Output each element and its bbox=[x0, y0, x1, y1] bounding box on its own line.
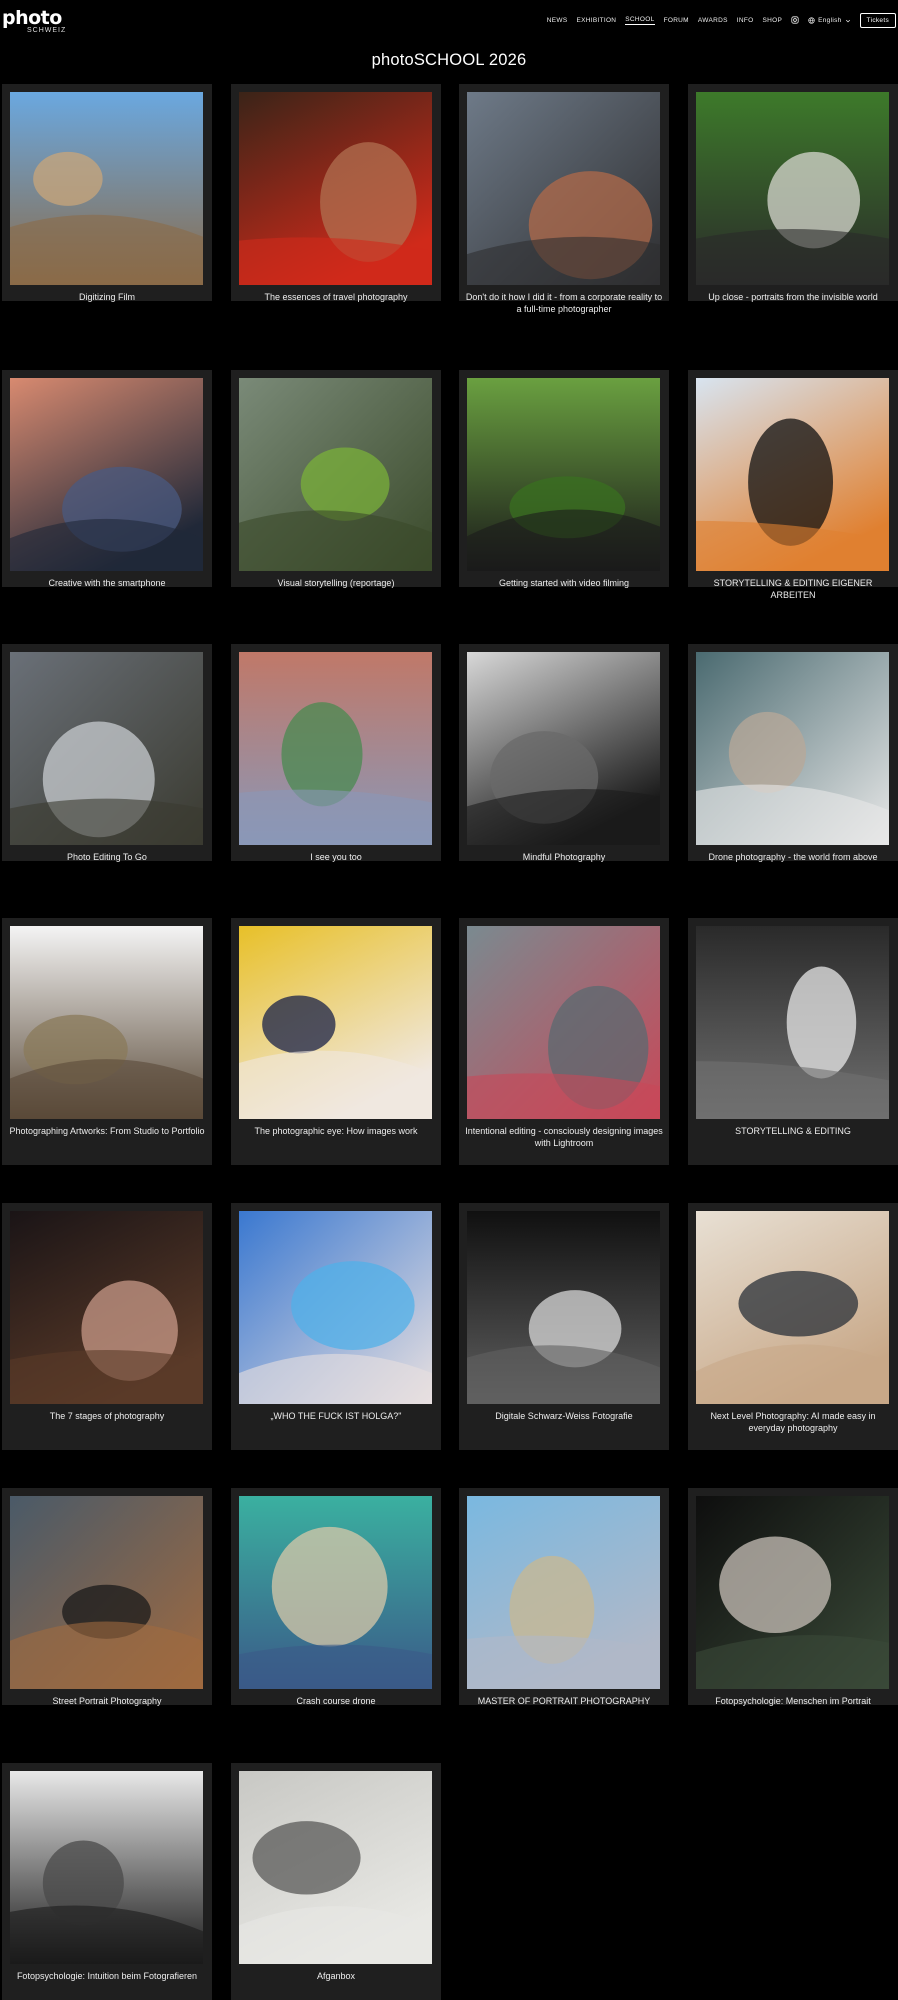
course-image[interactable] bbox=[467, 926, 660, 1119]
nav-info[interactable]: INFO bbox=[737, 17, 754, 25]
course-title[interactable]: Street Portrait Photography bbox=[6, 1696, 208, 1708]
course-title[interactable]: Fotopsychologie: Intuition beim Fotograf… bbox=[6, 1971, 208, 1983]
course-title[interactable]: Visual storytelling (reportage) bbox=[235, 578, 437, 590]
course-card[interactable]: Mindful Photography bbox=[459, 644, 669, 864]
course-card[interactable]: STORYTELLING & EDITING EIGENER ARBEITEN bbox=[688, 370, 898, 600]
course-card[interactable]: Getting started with video filming bbox=[459, 370, 669, 590]
course-image[interactable] bbox=[696, 1211, 889, 1404]
page-title: photoSCHOOL 2026 bbox=[371, 51, 527, 69]
course-title[interactable]: Crash course drone bbox=[235, 1696, 437, 1708]
course-image[interactable] bbox=[696, 378, 889, 571]
course-card[interactable]: Next Level Photography: AI made easy in … bbox=[688, 1203, 898, 1450]
language-label: English bbox=[818, 17, 842, 24]
course-card[interactable]: Afganbox bbox=[231, 1763, 441, 2000]
course-image[interactable] bbox=[696, 1496, 889, 1689]
course-title[interactable]: Getting started with video filming bbox=[463, 578, 665, 590]
course-card[interactable]: MASTER OF PORTRAIT PHOTOGRAPHY bbox=[459, 1488, 669, 1708]
nav-forum[interactable]: FORUM bbox=[664, 17, 689, 25]
course-card[interactable]: Don't do it how I did it - from a corpor… bbox=[459, 84, 669, 314]
instagram-icon[interactable] bbox=[791, 15, 799, 26]
course-title[interactable]: Don't do it how I did it - from a corpor… bbox=[463, 292, 665, 315]
course-card[interactable]: Digitizing Film bbox=[2, 84, 212, 304]
course-title[interactable]: Mindful Photography bbox=[463, 852, 665, 864]
course-card[interactable]: Drone photography - the world from above bbox=[688, 644, 898, 864]
course-title[interactable]: Photographing Artworks: From Studio to P… bbox=[6, 1126, 208, 1138]
course-title[interactable]: I see you too bbox=[235, 852, 437, 864]
course-image[interactable] bbox=[239, 1771, 432, 1964]
nav-exhibition[interactable]: EXHIBITION bbox=[576, 17, 616, 25]
course-title[interactable]: MASTER OF PORTRAIT PHOTOGRAPHY bbox=[463, 1696, 665, 1708]
course-image[interactable] bbox=[696, 92, 889, 285]
site-logo[interactable]: photo SCHWEIZ bbox=[2, 7, 67, 35]
course-card[interactable]: Photo Editing To Go bbox=[2, 644, 212, 864]
course-title[interactable]: Fotopsychologie: Menschen im Portrait bbox=[692, 1696, 894, 1708]
course-image[interactable] bbox=[239, 1211, 432, 1404]
course-title[interactable]: STORYTELLING & EDITING bbox=[692, 1126, 894, 1138]
course-image[interactable] bbox=[239, 378, 432, 571]
course-title[interactable]: Afganbox bbox=[235, 1971, 437, 1983]
course-card[interactable]: Creative with the smartphone bbox=[2, 370, 212, 590]
globe-icon bbox=[808, 17, 815, 24]
course-card[interactable]: Crash course drone bbox=[231, 1488, 441, 1708]
course-card[interactable]: The 7 stages of photography bbox=[2, 1203, 212, 1450]
logo-main-text: photo bbox=[2, 7, 62, 29]
course-image[interactable] bbox=[239, 92, 432, 285]
course-title[interactable]: Digitizing Film bbox=[6, 292, 208, 304]
site-header: photo SCHWEIZ NEWS EXHIBITION SCHOOL FOR… bbox=[0, 0, 898, 42]
course-image[interactable] bbox=[239, 926, 432, 1119]
course-title[interactable]: Next Level Photography: AI made easy in … bbox=[692, 1411, 894, 1434]
course-image[interactable] bbox=[10, 1771, 203, 1964]
chevron-down-icon bbox=[845, 19, 850, 22]
language-selector[interactable]: English bbox=[808, 17, 850, 24]
course-image[interactable] bbox=[10, 1496, 203, 1689]
course-card[interactable]: Visual storytelling (reportage) bbox=[231, 370, 441, 590]
course-image[interactable] bbox=[10, 652, 203, 845]
course-image[interactable] bbox=[467, 652, 660, 845]
course-image[interactable] bbox=[467, 1211, 660, 1404]
course-title[interactable]: Intentional editing - consciously design… bbox=[463, 1126, 665, 1149]
course-card[interactable]: Intentional editing - consciously design… bbox=[459, 918, 669, 1165]
nav-school[interactable]: SCHOOL bbox=[625, 16, 655, 25]
course-title[interactable]: Creative with the smartphone bbox=[6, 578, 208, 590]
course-card[interactable]: The photographic eye: How images work bbox=[231, 918, 441, 1165]
course-image[interactable] bbox=[10, 1211, 203, 1404]
course-image[interactable] bbox=[467, 378, 660, 571]
nav-news[interactable]: NEWS bbox=[547, 17, 568, 25]
course-title[interactable]: Up close - portraits from the invisible … bbox=[692, 292, 894, 304]
course-image[interactable] bbox=[239, 652, 432, 845]
course-image[interactable] bbox=[10, 926, 203, 1119]
nav-awards[interactable]: AWARDS bbox=[698, 17, 728, 25]
course-card[interactable]: Fotopsychologie: Intuition beim Fotograf… bbox=[2, 1763, 212, 2000]
course-image[interactable] bbox=[10, 378, 203, 571]
course-image[interactable] bbox=[467, 1496, 660, 1689]
tickets-button[interactable]: Tickets bbox=[859, 13, 896, 28]
course-card[interactable]: Photographing Artworks: From Studio to P… bbox=[2, 918, 212, 1165]
course-image[interactable] bbox=[467, 92, 660, 285]
main-nav: NEWS EXHIBITION SCHOOL FORUM AWARDS INFO… bbox=[547, 13, 896, 28]
logo-sub-text: SCHWEIZ bbox=[27, 27, 67, 34]
course-card[interactable]: The essences of travel photography bbox=[231, 84, 441, 304]
course-card[interactable]: Up close - portraits from the invisible … bbox=[688, 84, 898, 304]
course-title[interactable]: The photographic eye: How images work bbox=[235, 1126, 437, 1138]
course-card[interactable]: I see you too bbox=[231, 644, 441, 864]
course-card[interactable]: Digitale Schwarz-Weiss Fotografie bbox=[459, 1203, 669, 1450]
course-image[interactable] bbox=[239, 1496, 432, 1689]
course-image[interactable] bbox=[10, 92, 203, 285]
course-image[interactable] bbox=[696, 652, 889, 845]
nav-shop[interactable]: SHOP bbox=[763, 17, 783, 25]
course-title[interactable]: STORYTELLING & EDITING EIGENER ARBEITEN bbox=[692, 578, 894, 601]
course-title[interactable]: Photo Editing To Go bbox=[6, 852, 208, 864]
course-title[interactable]: Digitale Schwarz-Weiss Fotografie bbox=[463, 1411, 665, 1423]
course-title[interactable]: The essences of travel photography bbox=[235, 292, 437, 304]
course-title[interactable]: „WHO THE FUCK IST HOLGA?" bbox=[235, 1411, 437, 1423]
course-image[interactable] bbox=[696, 926, 889, 1119]
course-card[interactable]: Street Portrait Photography bbox=[2, 1488, 212, 1708]
course-card[interactable]: „WHO THE FUCK IST HOLGA?" bbox=[231, 1203, 441, 1450]
course-card[interactable]: STORYTELLING & EDITING bbox=[688, 918, 898, 1165]
course-title[interactable]: The 7 stages of photography bbox=[6, 1411, 208, 1423]
course-card[interactable]: Fotopsychologie: Menschen im Portrait bbox=[688, 1488, 898, 1708]
course-title[interactable]: Drone photography - the world from above bbox=[692, 852, 894, 864]
